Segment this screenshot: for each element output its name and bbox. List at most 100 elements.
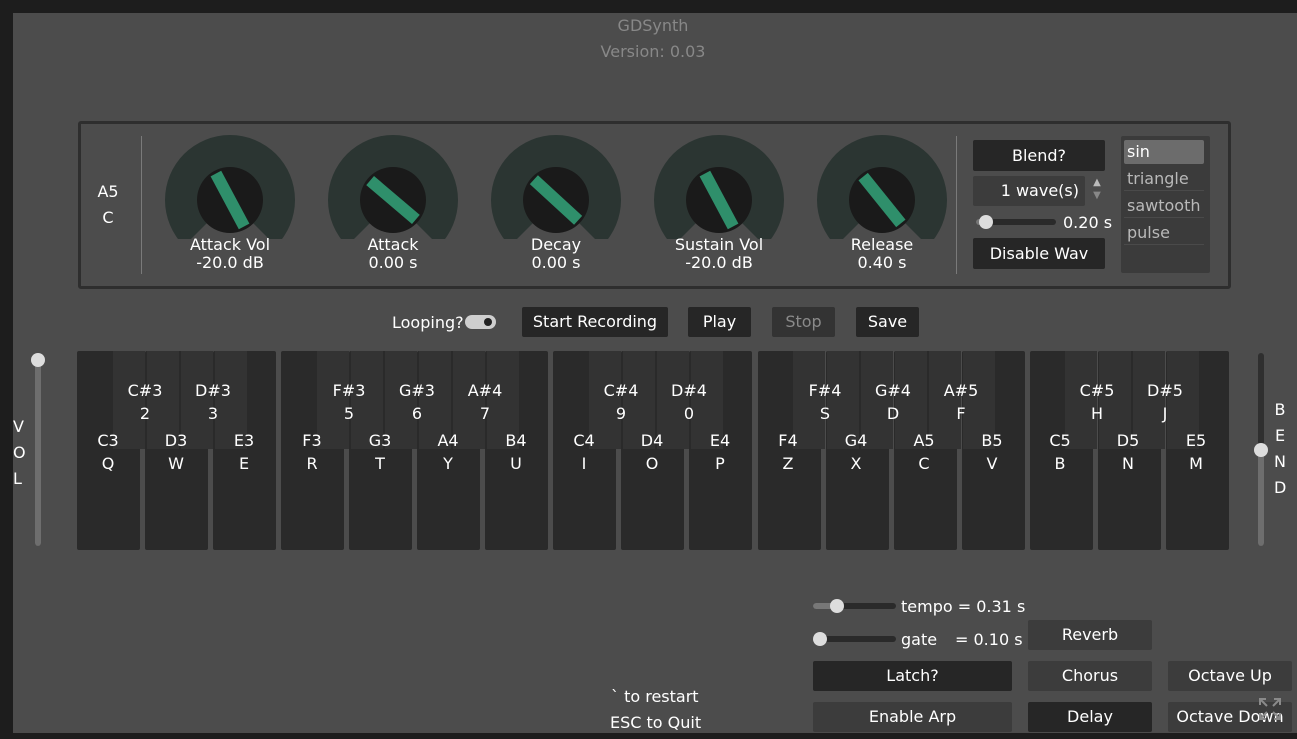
wave-count-stepper[interactable]: ▲ ▼ [1089,176,1105,206]
black-key-note-label: D#4 [671,381,707,400]
blend-button[interactable]: Blend? [973,140,1105,171]
app-version: Version: 0.03 [600,42,706,61]
knob-label: Attack [367,235,419,254]
delay-button[interactable]: Delay [1028,702,1152,732]
black-key-shortcut-label: 9 [615,404,627,423]
white-key-note-label: G4 [844,431,868,450]
black-key-note-label: G#3 [399,381,435,400]
knob-value: -20.0 dB [196,253,264,272]
black-key-note-label: C#3 [127,381,163,400]
knob-label: Release [850,235,914,254]
black-key-shortcut-label: 2 [139,404,151,423]
white-key-shortcut-label: X [850,454,862,473]
waveform-option-sin[interactable]: sin [1124,140,1204,164]
pitch-bend-slider-handle[interactable] [1254,442,1268,457]
current-note-label: A5 [97,182,119,201]
white-key-shortcut-label: U [510,454,522,473]
knob-label: Sustain Vol [674,235,764,254]
pitch-bend-slider-fill [1258,449,1264,546]
envelope-panel: A5 C Attack Vol -20.0 dB Attack 0.00 s Decay… [78,121,1231,289]
black-key-shortcut-label: S [819,404,831,423]
white-key-shortcut-label: C [918,454,930,473]
white-key-shortcut-label: Y [443,454,453,473]
white-key-note-label: D5 [1116,431,1140,450]
latch-button[interactable]: Latch? [813,661,1012,691]
white-key-note-label: B4 [505,431,527,450]
gate-value: = 0.10 s [955,630,1023,649]
chevron-up-icon[interactable]: ▲ [1089,176,1105,189]
tempo-slider[interactable] [813,599,896,613]
blend-time-slider-handle[interactable] [979,215,994,229]
white-key-note-label: C3 [97,431,119,450]
white-key-note-label: F4 [778,431,798,450]
play-button[interactable]: Play [688,307,751,337]
looping-toggle-knob [484,318,492,326]
blend-time-slider[interactable] [976,215,1056,229]
disable-wave-button[interactable]: Disable Wav [973,238,1105,269]
white-key-shortcut-label: R [306,454,318,473]
bend-letter: B [1274,400,1286,419]
pitch-bend-slider[interactable] [1254,353,1268,546]
stop-button[interactable]: Stop [772,307,835,337]
white-key-shortcut-label: N [1122,454,1134,473]
black-key-shortcut-label: F [956,404,966,423]
knob-value: 0.00 s [368,253,418,272]
waveform-option-sawtooth[interactable]: sawtooth [1124,194,1204,218]
knob-label: Decay [530,235,582,254]
knob-value: -20.0 dB [685,253,753,272]
octave-up-button[interactable]: Octave Up [1168,661,1292,691]
vol-letter: V [13,417,24,436]
bend-letter: E [1274,426,1286,445]
knob-value: 0.40 s [857,253,907,272]
waveform-option-pulse[interactable]: pulse [1124,221,1204,245]
bend-label: B E N D [1274,397,1286,501]
looping-label: Looping? [392,313,464,332]
white-key-note-label: C4 [573,431,595,450]
knob-dial[interactable] [150,134,310,239]
black-key-note-label: A#5 [943,381,979,400]
knob-dial[interactable] [313,134,473,239]
tempo-slider-handle[interactable] [830,599,845,613]
white-key-note-label: D3 [164,431,188,450]
panel-divider-right [956,136,957,274]
vol-label: V O L [13,414,26,492]
wave-count-spinbox[interactable]: 1 wave(s) [973,176,1085,206]
start-recording-button[interactable]: Start Recording [522,307,668,337]
gate-slider[interactable] [813,632,896,646]
white-key-shortcut-label: B [1054,454,1066,473]
vol-letter: O [13,443,26,462]
knob-dial[interactable] [802,134,962,239]
reverb-button[interactable]: Reverb [1028,620,1152,650]
chorus-button[interactable]: Chorus [1028,661,1152,691]
looping-toggle[interactable] [465,315,496,329]
black-key-note-label: G#4 [875,381,911,400]
waveform-list[interactable]: sin triangle sawtooth pulse [1121,136,1210,273]
black-key-shortcut-label: 6 [411,404,423,423]
white-key-note-label: B5 [981,431,1003,450]
gate-slider-handle[interactable] [813,632,827,646]
black-key-note-label: A#4 [467,381,503,400]
white-key-note-label: A4 [437,431,459,450]
volume-slider[interactable] [31,353,45,546]
black-key-shortcut-label: 0 [683,404,695,423]
save-button[interactable]: Save [856,307,919,337]
white-key-note-label: A5 [913,431,935,450]
app-title: GDSynth [617,16,689,35]
white-key-note-label: E4 [709,431,731,450]
black-key-note-label: C#5 [1079,381,1115,400]
black-key-shortcut-label: J [1162,404,1168,423]
black-key-note-label: C#4 [603,381,639,400]
volume-slider-fill [35,353,41,546]
blend-time-value: 0.20 s [1063,213,1113,232]
knob-dial[interactable] [639,134,799,239]
enable-arp-button[interactable]: Enable Arp [813,702,1012,732]
waveform-option-triangle[interactable]: triangle [1124,167,1204,191]
bend-letter: D [1274,478,1287,497]
tempo-label: tempo = 0.31 s [901,597,1026,616]
knob-dial[interactable] [476,134,636,239]
white-key-shortcut-label: Q [101,454,115,473]
fullscreen-icon[interactable] [1257,696,1283,722]
black-key-note-label: D#3 [195,381,231,400]
volume-slider-handle[interactable] [31,353,45,367]
chevron-down-icon[interactable]: ▼ [1089,189,1105,202]
